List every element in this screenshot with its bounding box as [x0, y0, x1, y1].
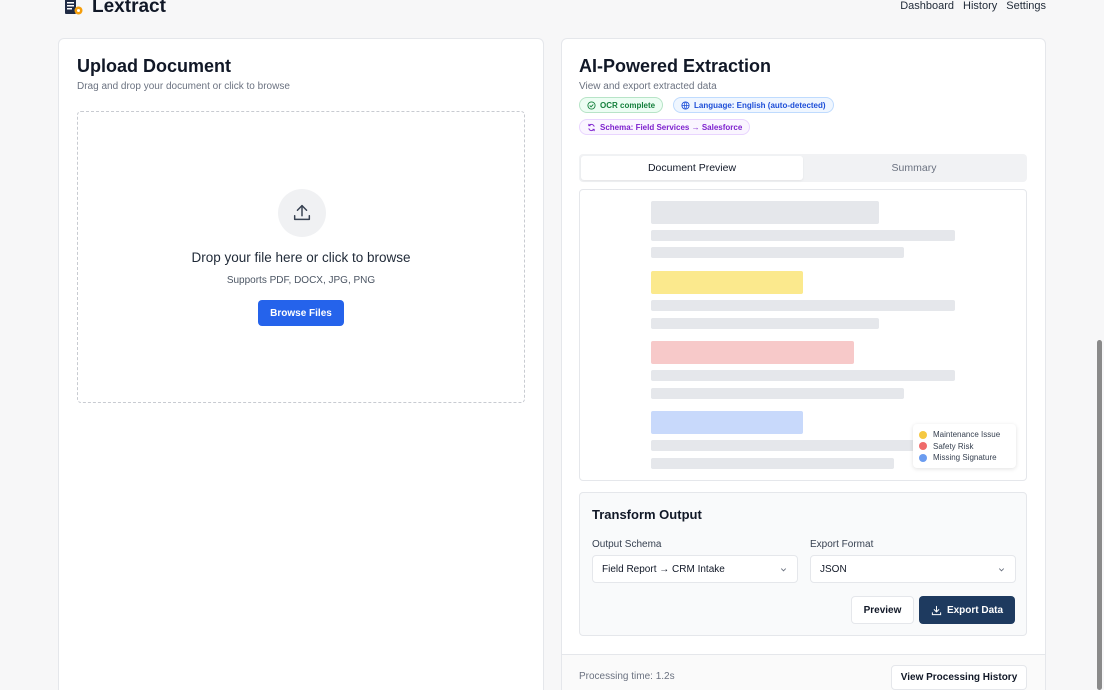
export-format-select[interactable]: JSON — [810, 555, 1016, 583]
ocr-status-badge: OCR complete — [579, 97, 664, 113]
output-schema-value: Field Report → CRM Intake — [602, 563, 725, 575]
highlight-maintenance-issue[interactable] — [651, 271, 803, 294]
legend-dot — [919, 453, 927, 462]
extraction-title: AI-Powered Extraction — [579, 56, 772, 76]
tab-document-preview[interactable]: Document Preview — [581, 156, 803, 180]
check-circle-icon — [587, 100, 596, 110]
language-badge: Language: English (auto-detected) — [673, 97, 834, 113]
skeleton-line — [651, 458, 894, 469]
export-format-value: JSON — [820, 563, 847, 575]
chevron-down-icon — [780, 567, 787, 571]
upload-card: Upload Document Drag and drop your docum… — [58, 38, 544, 690]
legend-label: Missing Signature — [933, 453, 997, 463]
chevron-down-icon — [998, 567, 1005, 571]
app-logo[interactable]: Lextract — [64, 0, 166, 18]
upload-icon — [293, 204, 311, 221]
schema-badge: Schema: Field Services → Salesforce — [579, 119, 751, 135]
upload-icon-circle — [278, 189, 326, 237]
download-icon — [931, 605, 942, 615]
extraction-card: AI-Powered Extraction View and export ex… — [561, 38, 1046, 690]
nav-settings[interactable]: Settings — [1006, 0, 1046, 12]
output-schema-label: Output Schema — [592, 539, 662, 550]
export-data-label: Export Data — [946, 604, 1004, 616]
skeleton-line — [651, 388, 904, 399]
browse-files-button[interactable]: Browse Files — [258, 300, 344, 326]
tab-summary[interactable]: Summary — [803, 156, 1025, 180]
top-bar: Lextract Dashboard History Settings — [0, 0, 1104, 20]
output-schema-select[interactable]: Field Report → CRM Intake — [592, 555, 798, 583]
scrollbar[interactable] — [1097, 340, 1102, 690]
skeleton-line — [651, 440, 915, 451]
preview-button[interactable]: Preview — [851, 596, 914, 624]
legend-item: Safety Risk — [919, 441, 1010, 453]
dropzone-supported-formats: Supports PDF, DOCX, JPG, PNG — [226, 275, 376, 286]
file-dropzone[interactable]: Drop your file here or click to browse S… — [77, 111, 525, 403]
export-data-button[interactable]: Export Data — [919, 596, 1015, 624]
legend-label: Safety Risk — [933, 441, 974, 451]
nav-history[interactable]: History — [963, 0, 997, 12]
highlight-missing-signature[interactable] — [651, 411, 803, 434]
skeleton-line — [651, 318, 879, 329]
skeleton-line — [651, 300, 955, 311]
preview-tabs: Document Preview Summary — [579, 154, 1027, 182]
processing-time: Processing time: 1.2s — [579, 671, 675, 682]
dropzone-title: Drop your file here or click to browse — [191, 250, 411, 265]
view-processing-history-button[interactable]: View Processing History — [891, 665, 1027, 690]
skeleton-line — [651, 247, 904, 258]
legend-dot — [919, 442, 927, 451]
document-gear-icon — [64, 0, 84, 16]
skeleton-line — [651, 370, 955, 381]
ocr-status-label: OCR complete — [600, 100, 656, 110]
transform-output-panel: Transform Output Output Schema Export Fo… — [579, 492, 1027, 636]
skeleton-line — [651, 201, 879, 224]
highlight-legend: Maintenance Issue Safety Risk Missing Si… — [913, 424, 1016, 468]
upload-title: Upload Document — [77, 56, 232, 76]
extraction-footer: Processing time: 1.2s View Processing Hi… — [562, 654, 1045, 690]
export-format-label: Export Format — [810, 539, 874, 550]
globe-icon — [681, 100, 690, 110]
language-label: Language: English (auto-detected) — [694, 100, 826, 110]
legend-label: Maintenance Issue — [933, 430, 1001, 440]
refresh-icon — [588, 123, 595, 131]
nav-dashboard[interactable]: Dashboard — [900, 0, 954, 12]
skeleton-line — [651, 230, 955, 241]
legend-item: Missing Signature — [919, 452, 1010, 464]
legend-item: Maintenance Issue — [919, 429, 1010, 441]
schema-label: Schema: Field Services → Salesforce — [600, 122, 743, 132]
app-name: Lextract — [92, 0, 166, 17]
transform-title: Transform Output — [592, 507, 702, 522]
legend-dot — [919, 430, 927, 439]
document-preview-panel: Maintenance Issue Safety Risk Missing Si… — [579, 189, 1027, 481]
highlight-safety-risk[interactable] — [651, 341, 854, 364]
extraction-subtitle: View and export extracted data — [579, 81, 717, 92]
upload-subtitle: Drag and drop your document or click to … — [77, 81, 290, 92]
top-nav: Dashboard History Settings — [900, 0, 1046, 12]
